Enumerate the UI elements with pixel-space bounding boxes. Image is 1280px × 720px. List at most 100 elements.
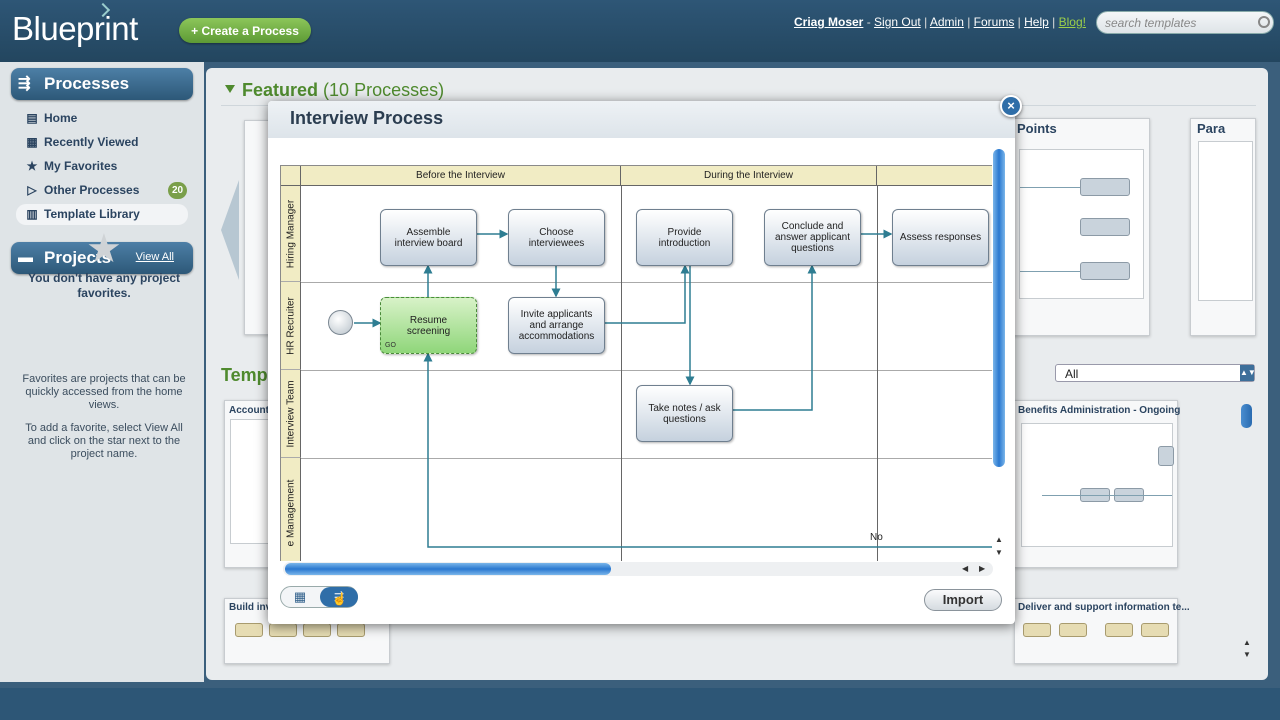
thumb-task [1158, 446, 1174, 466]
footer-bar [0, 688, 1280, 720]
collapse-featured-icon[interactable] [225, 85, 235, 93]
folder-icon: ▬ [18, 249, 33, 266]
sidebar-item-template-library[interactable]: ▥ Template Library [16, 204, 188, 225]
processes-icon: ⇶ [18, 75, 31, 92]
empty-favorites-title: You don't have any project favorites. [28, 271, 180, 300]
search-icon[interactable] [1258, 16, 1270, 28]
thumb-task [303, 623, 331, 637]
blueprint-logo[interactable]: Blueprint [12, 10, 138, 48]
thumb-task [1023, 623, 1051, 637]
scroll-right-icon[interactable]: ▶ [979, 564, 985, 573]
sidebar-item-my-favorites[interactable]: ★ My Favorites [16, 156, 188, 177]
empty-favorites-text: Favorites are projects that can be quick… [22, 373, 186, 411]
filter-value: All [1065, 367, 1079, 381]
account-links: Criag Moser - Sign Out | Admin | Forums … [794, 15, 1086, 29]
card-thumbnail [1198, 141, 1253, 301]
thumb-flow [1042, 495, 1172, 496]
thumb-task [1080, 262, 1130, 280]
template-card-title: Accounti [229, 405, 272, 416]
sidebar [0, 62, 204, 682]
sidebar-item-other-processes[interactable]: ▷ Other Processes 20 [16, 180, 188, 201]
go-tag: GO [385, 342, 396, 349]
thumb-task [337, 623, 365, 637]
task-resume-screening[interactable]: Resume screening GO [380, 297, 477, 354]
processes-title: Processes [44, 74, 130, 93]
thumb-task [1141, 623, 1169, 637]
sidebar-item-home[interactable]: ▤ Home [16, 108, 188, 129]
templates-heading: Temp [221, 365, 268, 385]
decision-no-label: No [870, 532, 883, 543]
thumb-flow [1020, 271, 1080, 272]
category-filter-select[interactable]: All ▲▼ [1055, 364, 1256, 382]
diagram-vertical-scrollbar-thumb[interactable] [993, 149, 1005, 467]
thumb-flow [1020, 187, 1080, 188]
user-name-link[interactable]: Criag Moser [794, 15, 863, 29]
thumb-task [1059, 623, 1087, 637]
hand-cursor-icon: ☝ [332, 592, 347, 606]
count-badge: 20 [168, 182, 187, 199]
task-assess-responses[interactable]: Assess responses [892, 209, 989, 266]
home-icon: ▤ [26, 111, 38, 125]
task-provide-introduction[interactable]: Provide introduction [636, 209, 733, 266]
search-templates-input[interactable]: search templates [1096, 11, 1274, 34]
card-thumbnail [1021, 423, 1174, 547]
template-card[interactable] [1014, 400, 1178, 568]
create-process-button[interactable]: + Create a Process [179, 18, 311, 43]
empty-favorites-star-icon: ★ [86, 227, 122, 271]
featured-card-para[interactable] [1190, 118, 1256, 336]
carousel-prev-icon[interactable] [221, 180, 239, 280]
close-icon[interactable]: × [1000, 95, 1022, 117]
help-link[interactable]: Help [1024, 15, 1049, 29]
thumb-task [1080, 178, 1130, 196]
sign-out-link[interactable]: Sign Out [874, 15, 921, 29]
template-card-title: Benefits Administration - Ongoing [1018, 405, 1181, 416]
task-take-notes[interactable]: Take notes / ask questions [636, 385, 733, 442]
star-icon: ★ [26, 159, 38, 173]
sidebar-item-label: Template Library [44, 207, 140, 221]
card-thumbnail [1019, 149, 1144, 299]
scroll-down-icon[interactable]: ▼ [995, 548, 1003, 557]
thumb-task [1105, 623, 1133, 637]
featured-heading: Featured (10 Processes) [242, 80, 444, 101]
sidebar-item-label: Other Processes [44, 183, 140, 197]
forums-link[interactable]: Forums [974, 15, 1015, 29]
sidebar-item-label: Recently Viewed [44, 135, 139, 149]
modal-title: Interview Process [290, 108, 444, 128]
thumb-task [1080, 218, 1130, 236]
calendar-icon: ▦ [26, 135, 38, 149]
task-assemble-interview-board[interactable]: Assemble interview board [380, 209, 477, 266]
start-event-circle[interactable] [328, 310, 353, 335]
process-diagram[interactable]: Before the Interview During the Intervie… [280, 165, 992, 561]
scroll-left-icon[interactable]: ◀ [962, 564, 968, 573]
processes-header: ⇶ Processes [11, 68, 193, 100]
thumb-task [269, 623, 297, 637]
blog-link[interactable]: Blog! [1059, 15, 1086, 29]
task-choose-interviewees[interactable]: Choose interviewees [508, 209, 605, 266]
empty-favorites-hint: To add a favorite, select View All and c… [25, 422, 183, 460]
thumb-task [235, 623, 263, 637]
play-icon: ▷ [27, 183, 37, 197]
admin-link[interactable]: Admin [930, 15, 964, 29]
scroll-up-icon[interactable]: ▲ [1243, 638, 1251, 647]
diagram-horizontal-scrollbar-thumb[interactable] [285, 563, 611, 575]
view-all-link[interactable]: View All [136, 251, 174, 263]
dropdown-arrow-icon: ▲▼ [1240, 365, 1256, 381]
library-icon: ▥ [26, 207, 38, 221]
featured-count: (10 Processes) [323, 80, 445, 100]
grid-view-icon[interactable]: ▦ [282, 588, 318, 606]
scroll-up-icon[interactable]: ▲ [995, 535, 1003, 544]
sidebar-item-label: My Favorites [44, 159, 118, 173]
featured-card-title: Points [1017, 121, 1057, 136]
featured-card-points[interactable] [1010, 118, 1150, 336]
template-card[interactable] [224, 400, 274, 568]
templates-scrollbar-thumb[interactable] [1241, 404, 1252, 428]
task-conclude-questions[interactable]: Conclude and answer applicant questions [764, 209, 861, 266]
import-button[interactable]: Import [924, 589, 1002, 611]
sidebar-item-recently-viewed[interactable]: ▦ Recently Viewed [16, 132, 188, 153]
featured-card-title: Para [1197, 121, 1226, 136]
task-label: Resume screening [406, 314, 451, 337]
task-invite-applicants[interactable]: Invite applicants and arrange accommodat… [508, 297, 605, 354]
sidebar-item-label: Home [44, 111, 78, 125]
template-card-title: Deliver and support information te... [1018, 602, 1190, 613]
scroll-down-icon[interactable]: ▼ [1243, 650, 1251, 659]
